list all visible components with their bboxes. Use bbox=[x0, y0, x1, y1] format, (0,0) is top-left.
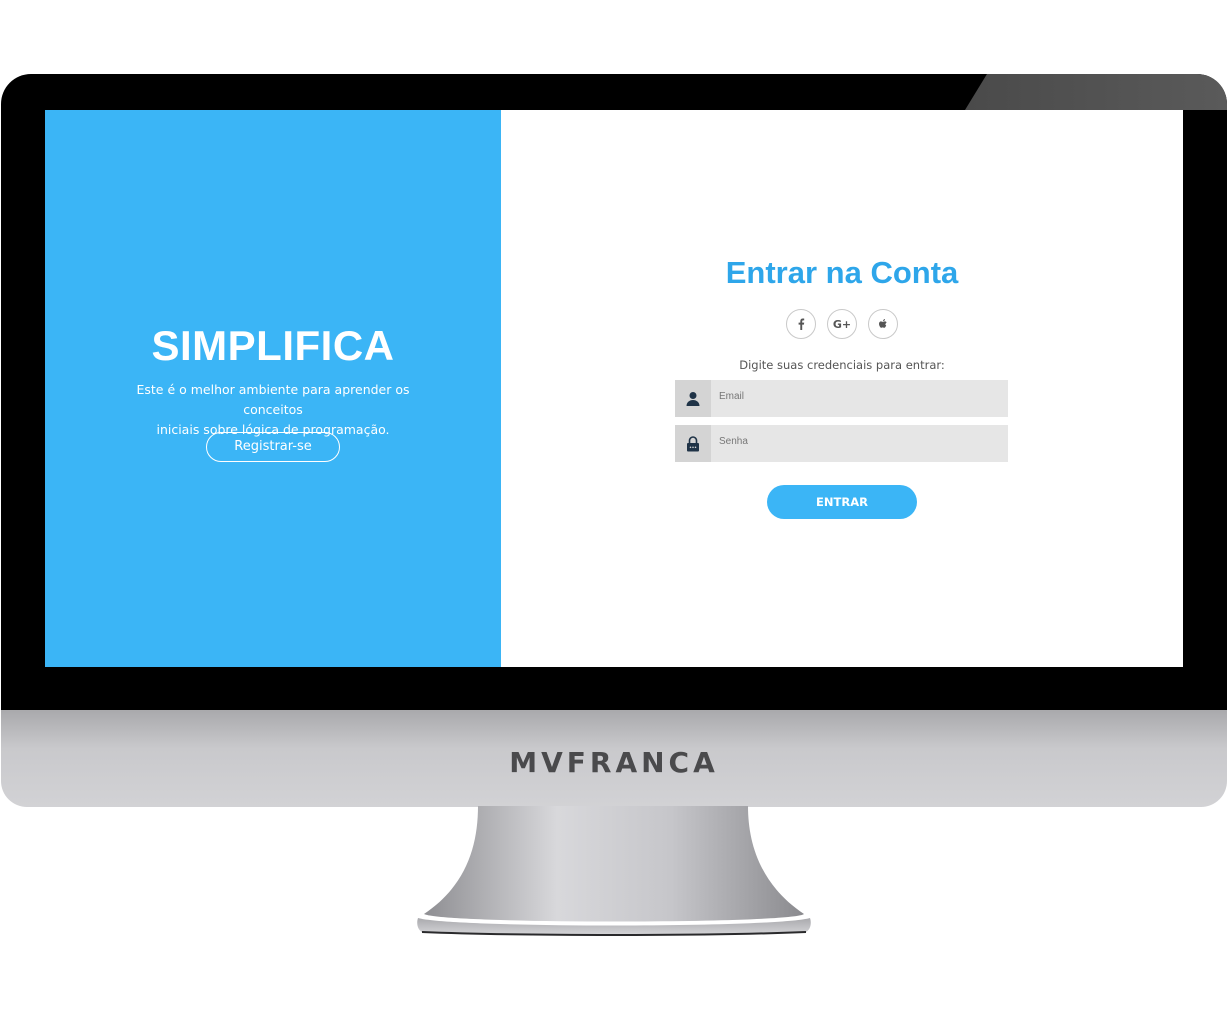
apple-icon bbox=[879, 319, 887, 328]
facebook-login-button[interactable] bbox=[786, 309, 816, 339]
password-field[interactable]: Senha bbox=[675, 425, 1008, 462]
monitor-stand bbox=[417, 806, 811, 936]
email-placeholder: Email bbox=[719, 391, 745, 402]
lock-icon bbox=[687, 435, 699, 451]
email-field[interactable]: Email bbox=[675, 380, 1008, 417]
monitor-bezel: SIMPLIFICA Este é o melhor ambiente para… bbox=[1, 74, 1227, 710]
monitor-brand-label: MVFRANCA bbox=[509, 746, 719, 779]
google-plus-icon: G+ bbox=[832, 317, 852, 331]
brand-title: SIMPLIFICA bbox=[151, 322, 395, 369]
email-field-icon-box bbox=[675, 380, 711, 417]
monitor-chin: MVFRANCA bbox=[1, 710, 1227, 807]
login-title: Entrar na Conta bbox=[725, 255, 959, 290]
screen: SIMPLIFICA Este é o melhor ambiente para… bbox=[45, 110, 1183, 667]
login-instructions: Digite suas credenciais para entrar: bbox=[739, 358, 945, 372]
facebook-icon bbox=[798, 318, 805, 330]
apple-login-button[interactable] bbox=[868, 309, 898, 339]
password-placeholder: Senha bbox=[719, 436, 748, 447]
brand-description-line: Este é o melhor ambiente para aprender o… bbox=[136, 382, 410, 417]
google-login-button[interactable]: G+ bbox=[827, 309, 857, 339]
brand-description: Este é o melhor ambiente para aprender o… bbox=[113, 380, 433, 440]
bezel-glare bbox=[965, 74, 1227, 110]
welcome-panel: SIMPLIFICA Este é o melhor ambiente para… bbox=[45, 110, 501, 667]
user-icon bbox=[686, 391, 700, 406]
register-button[interactable]: Registrar-se bbox=[206, 432, 340, 462]
password-field-icon-box bbox=[675, 425, 711, 462]
login-submit-button[interactable]: ENTRAR bbox=[767, 485, 917, 519]
